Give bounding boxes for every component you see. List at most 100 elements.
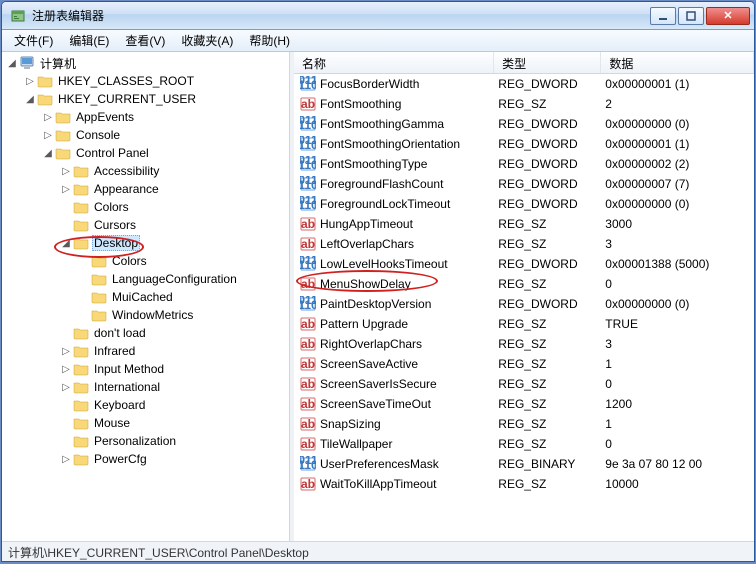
binary-value-icon: 011110 [300, 196, 316, 212]
list-item[interactable]: 011110ForegroundFlashCountREG_DWORD0x000… [294, 174, 754, 194]
list-item[interactable]: abScreenSaverIsSecureREG_SZ0 [294, 374, 754, 394]
list-item[interactable]: 011110ForegroundLockTimeoutREG_DWORD0x00… [294, 194, 754, 214]
expand-icon[interactable]: ▷ [42, 130, 54, 141]
menu-item-4[interactable]: 帮助(H) [241, 30, 298, 51]
tree-node[interactable]: ▷HKEY_CLASSES_ROOT [2, 72, 289, 90]
window-controls: ✕ [650, 7, 750, 25]
tree-node[interactable]: ▷PowerCfg [2, 450, 289, 468]
list-item[interactable]: abSnapSizingREG_SZ1 [294, 414, 754, 434]
value-name: LeftOverlapChars [320, 237, 414, 251]
cell-type: REG_BINARY [494, 457, 601, 471]
collapse-icon[interactable]: ◢ [24, 94, 36, 105]
menu-item-1[interactable]: 编辑(E) [61, 30, 117, 51]
col-name[interactable]: 名称 [294, 52, 494, 73]
list-item[interactable]: 011110PaintDesktopVersionREG_DWORD0x0000… [294, 294, 754, 314]
expand-icon[interactable]: ▷ [60, 382, 72, 393]
cell-name: abLeftOverlapChars [294, 236, 494, 252]
list-item[interactable]: abHungAppTimeoutREG_SZ3000 [294, 214, 754, 234]
col-data[interactable]: 数据 [601, 52, 754, 73]
folder-icon [73, 343, 89, 359]
cell-type: REG_SZ [494, 337, 601, 351]
folder-icon [73, 379, 89, 395]
list-item[interactable]: 011110LowLevelHooksTimeoutREG_DWORD0x000… [294, 254, 754, 274]
tree-node[interactable]: ▷Console [2, 126, 289, 144]
expand-icon[interactable]: ▷ [60, 454, 72, 465]
cell-type: REG_SZ [494, 317, 601, 331]
list-item[interactable]: abScreenSaveTimeOutREG_SZ1200 [294, 394, 754, 414]
list-item[interactable]: 011110FontSmoothingOrientationREG_DWORD0… [294, 134, 754, 154]
collapse-icon[interactable]: ◢ [60, 238, 72, 249]
list-item[interactable]: abScreenSaveActiveREG_SZ1 [294, 354, 754, 374]
menu-item-0[interactable]: 文件(F) [6, 30, 61, 51]
tree-body[interactable]: ◢计算机▷HKEY_CLASSES_ROOT◢HKEY_CURRENT_USER… [2, 52, 289, 541]
collapse-icon[interactable]: ◢ [6, 58, 18, 69]
list-body[interactable]: 011110FocusBorderWidthREG_DWORD0x0000000… [294, 74, 754, 541]
list-item[interactable]: abWaitToKillAppTimeoutREG_SZ10000 [294, 474, 754, 494]
cell-type: REG_DWORD [494, 117, 601, 131]
tree-node[interactable]: don't load [2, 324, 289, 342]
cell-type: REG_SZ [494, 217, 601, 231]
col-type[interactable]: 类型 [494, 52, 601, 73]
list-item[interactable]: abPattern UpgradeREG_SZTRUE [294, 314, 754, 334]
tree-node[interactable]: ◢HKEY_CURRENT_USER [2, 90, 289, 108]
value-name: MenuShowDelay [320, 277, 411, 291]
binary-value-icon: 011110 [300, 176, 316, 192]
folder-icon [37, 91, 53, 107]
list-item[interactable]: 011110UserPreferencesMaskREG_BINARY9e 3a… [294, 454, 754, 474]
tree-node[interactable]: Colors [2, 198, 289, 216]
tree-root[interactable]: ◢计算机 [2, 54, 289, 72]
svg-text:110: 110 [300, 138, 316, 152]
list-item[interactable]: abLeftOverlapCharsREG_SZ3 [294, 234, 754, 254]
tree-node[interactable]: Colors [2, 252, 289, 270]
computer-icon [19, 55, 35, 71]
tree-label: Desktop [92, 235, 140, 251]
expand-icon[interactable]: ▷ [24, 76, 36, 87]
minimize-button[interactable] [650, 7, 676, 25]
maximize-button[interactable] [678, 7, 704, 25]
cell-data: 0 [601, 377, 754, 391]
list-item[interactable]: 011110FocusBorderWidthREG_DWORD0x0000000… [294, 74, 754, 94]
cell-name: 011110FontSmoothingOrientation [294, 136, 494, 152]
tree-node[interactable]: ▷Infrared [2, 342, 289, 360]
tree-label: WindowMetrics [110, 308, 195, 322]
tree-label: AppEvents [74, 110, 136, 124]
tree-node[interactable]: ◢ Desktop [2, 234, 289, 252]
tree-panel: ◢计算机▷HKEY_CLASSES_ROOT◢HKEY_CURRENT_USER… [2, 52, 290, 541]
list-item[interactable]: 011110FontSmoothingTypeREG_DWORD0x000000… [294, 154, 754, 174]
string-value-icon: ab [300, 356, 316, 372]
cell-type: REG_DWORD [494, 257, 601, 271]
tree-node[interactable]: ◢Control Panel [2, 144, 289, 162]
tree-node[interactable]: LanguageConfiguration [2, 270, 289, 288]
value-name: Pattern Upgrade [320, 317, 408, 331]
tree-node[interactable]: WindowMetrics [2, 306, 289, 324]
expand-icon[interactable]: ▷ [42, 112, 54, 123]
cell-name: abScreenSaverIsSecure [294, 376, 494, 392]
expand-icon[interactable]: ▷ [60, 346, 72, 357]
tree-node[interactable]: MuiCached [2, 288, 289, 306]
tree-node[interactable]: ▷Accessibility [2, 162, 289, 180]
folder-icon [73, 433, 89, 449]
tree-node[interactable]: ▷Appearance [2, 180, 289, 198]
tree-node[interactable]: Mouse [2, 414, 289, 432]
close-button[interactable]: ✕ [706, 7, 750, 25]
menu-item-3[interactable]: 收藏夹(A) [173, 30, 241, 51]
tree-node[interactable]: ▷ AppEvents [2, 108, 289, 126]
titlebar[interactable]: 注册表编辑器 ✕ [2, 2, 754, 30]
list-item[interactable]: abTileWallpaperREG_SZ0 [294, 434, 754, 454]
string-value-icon: ab [300, 276, 316, 292]
expand-icon[interactable]: ▷ [60, 166, 72, 177]
collapse-icon[interactable]: ◢ [42, 148, 54, 159]
list-item[interactable]: abRightOverlapCharsREG_SZ3 [294, 334, 754, 354]
list-item[interactable]: abMenuShowDelayREG_SZ0 [294, 274, 754, 294]
list-item[interactable]: abFontSmoothingREG_SZ2 [294, 94, 754, 114]
tree-node[interactable]: Personalization [2, 432, 289, 450]
expand-icon[interactable]: ▷ [60, 364, 72, 375]
value-name: WaitToKillAppTimeout [320, 477, 436, 491]
tree-node[interactable]: Cursors [2, 216, 289, 234]
tree-node[interactable]: ▷International [2, 378, 289, 396]
tree-node[interactable]: Keyboard [2, 396, 289, 414]
expand-icon[interactable]: ▷ [60, 184, 72, 195]
menu-item-2[interactable]: 查看(V) [117, 30, 173, 51]
tree-node[interactable]: ▷Input Method [2, 360, 289, 378]
list-item[interactable]: 011110FontSmoothingGammaREG_DWORD0x00000… [294, 114, 754, 134]
